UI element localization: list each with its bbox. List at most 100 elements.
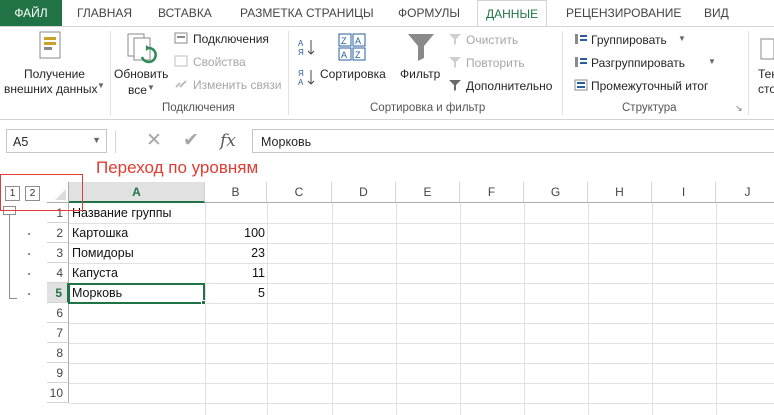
dropdown-caret-icon: ▼	[147, 83, 155, 92]
group-icon	[575, 34, 587, 44]
name-box[interactable]: A5 ▼	[6, 129, 107, 153]
gridline	[69, 383, 774, 384]
tab-insert[interactable]: ВСТАВКА	[158, 0, 212, 26]
sort-dialog-icon: Z AA Z	[338, 33, 366, 61]
tab-view[interactable]: ВИД	[704, 0, 729, 26]
row-header-6[interactable]: 6	[47, 303, 69, 323]
column-header-e[interactable]: E	[396, 182, 460, 203]
svg-text:A: A	[341, 50, 347, 60]
filter-icon	[408, 34, 434, 61]
separator	[562, 31, 563, 115]
column-header-h[interactable]: H	[588, 182, 652, 203]
cell-b5[interactable]: 5	[205, 283, 267, 303]
edit-links-icon	[175, 80, 187, 88]
row-header-7[interactable]: 7	[47, 323, 69, 343]
gridline	[69, 343, 774, 344]
tab-file[interactable]: ФАЙЛ	[0, 0, 62, 26]
column-header-a[interactable]: A	[69, 182, 205, 203]
formula-input-value: Морковь	[261, 135, 312, 149]
properties-label: Свойства	[193, 55, 246, 69]
dialog-launcher-icon[interactable]: ↘	[735, 103, 743, 114]
column-header-j[interactable]: J	[716, 182, 774, 203]
separator	[288, 31, 289, 115]
outline-dot	[28, 293, 30, 295]
outline-dot	[28, 253, 30, 255]
outline-gutter	[0, 203, 47, 415]
row-header-8[interactable]: 8	[47, 343, 69, 363]
column-header-i[interactable]: I	[652, 182, 716, 203]
reapply-label: Повторить	[466, 56, 525, 70]
cell-a2[interactable]: Картошка	[72, 223, 128, 243]
cell-a4[interactable]: Капуста	[72, 263, 118, 283]
svg-text:A: A	[355, 36, 361, 46]
svg-text:Z: Z	[341, 36, 347, 46]
svg-text:Z: Z	[355, 50, 361, 60]
svg-text:A: A	[298, 78, 304, 87]
active-cell-border	[68, 283, 205, 304]
formula-input[interactable]: Морковь	[252, 129, 774, 153]
group-label-sort-filter: Сортировка и фильтр	[370, 102, 486, 114]
sort-desc-icon: ЯA	[298, 69, 315, 87]
ribbon: Получение внешних данных ▼ Обновить все …	[0, 26, 774, 120]
worksheet-grid: 1 2 A B C D E F G H I J 1 2 3 4 5 6 7 8 …	[0, 182, 774, 415]
insert-function-icon[interactable]: fx	[220, 131, 236, 151]
annotation-label: Переход по уровням	[96, 158, 259, 177]
external-data-icon	[39, 31, 61, 59]
outline-dot	[28, 273, 30, 275]
properties-icon	[174, 55, 188, 67]
tab-data[interactable]: ДАННЫЕ	[477, 0, 548, 27]
reapply-icon	[449, 57, 461, 68]
clear-label: Очистить	[466, 33, 519, 47]
cell-b4[interactable]: 11	[205, 263, 267, 283]
tab-page-layout[interactable]: РАЗМЕТКА СТРАНИЦЫ	[240, 0, 374, 26]
row-header-10[interactable]: 10	[47, 383, 69, 403]
sort-asc-icon: AЯ	[298, 39, 315, 57]
separator	[748, 31, 749, 115]
outline-dot	[28, 233, 30, 235]
svg-text:A: A	[298, 39, 304, 48]
row-header-2[interactable]: 2	[47, 223, 69, 243]
row-header-5[interactable]: 5	[47, 283, 69, 303]
edit-links-label: Изменить связи	[193, 78, 282, 92]
column-header-g[interactable]: G	[524, 182, 588, 203]
text-to-columns-label-1: Тек	[758, 67, 774, 81]
gridline	[69, 403, 774, 404]
outline-bracket	[9, 215, 10, 298]
annotation-box	[0, 174, 83, 211]
confirm-icon[interactable]: ✔	[183, 129, 199, 152]
get-external-label-1: Получение	[24, 67, 85, 81]
tab-formulas[interactable]: ФОРМУЛЫ	[398, 0, 460, 26]
ungroup-icon	[575, 57, 587, 67]
clear-filter-icon	[449, 34, 461, 45]
dropdown-caret-icon: ▼	[708, 57, 716, 66]
row-header-9[interactable]: 9	[47, 363, 69, 383]
gridline	[69, 263, 774, 264]
cell-a1[interactable]: Название группы	[72, 203, 171, 223]
fill-handle[interactable]	[201, 300, 206, 305]
column-header-f[interactable]: F	[460, 182, 524, 203]
tab-home[interactable]: ГЛАВНАЯ	[77, 0, 132, 26]
column-header-c[interactable]: C	[267, 182, 332, 203]
filter-label: Фильтр	[400, 67, 441, 81]
group-label: Группировать	[591, 33, 667, 47]
advanced-filter-icon	[449, 80, 461, 91]
cancel-icon[interactable]: ✕	[146, 129, 162, 152]
cell-b3[interactable]: 23	[205, 243, 267, 263]
row-header-3[interactable]: 3	[47, 243, 69, 263]
refresh-label-1: Обновить	[114, 67, 169, 81]
subtotal-label: Промежуточный итог	[591, 79, 709, 93]
name-box-dropdown-icon[interactable]: ▼	[92, 135, 101, 145]
outline-bracket-end	[9, 298, 17, 299]
get-external-label-2: внешних данных	[4, 82, 98, 96]
svg-text:Я: Я	[298, 69, 304, 78]
svg-text:Я: Я	[298, 48, 304, 57]
connections-label: Подключения	[193, 32, 269, 46]
row-header-4[interactable]: 4	[47, 263, 69, 283]
column-header-b[interactable]: B	[205, 182, 267, 203]
cell-b2[interactable]: 100	[205, 223, 267, 243]
ribbon-tabs: ФАЙЛ ГЛАВНАЯ ВСТАВКА РАЗМЕТКА СТРАНИЦЫ Ф…	[0, 0, 774, 27]
column-header-d[interactable]: D	[332, 182, 396, 203]
cell-a3[interactable]: Помидоры	[72, 243, 134, 263]
tab-review[interactable]: РЕЦЕНЗИРОВАНИЕ	[566, 0, 681, 26]
gridline	[69, 223, 774, 224]
